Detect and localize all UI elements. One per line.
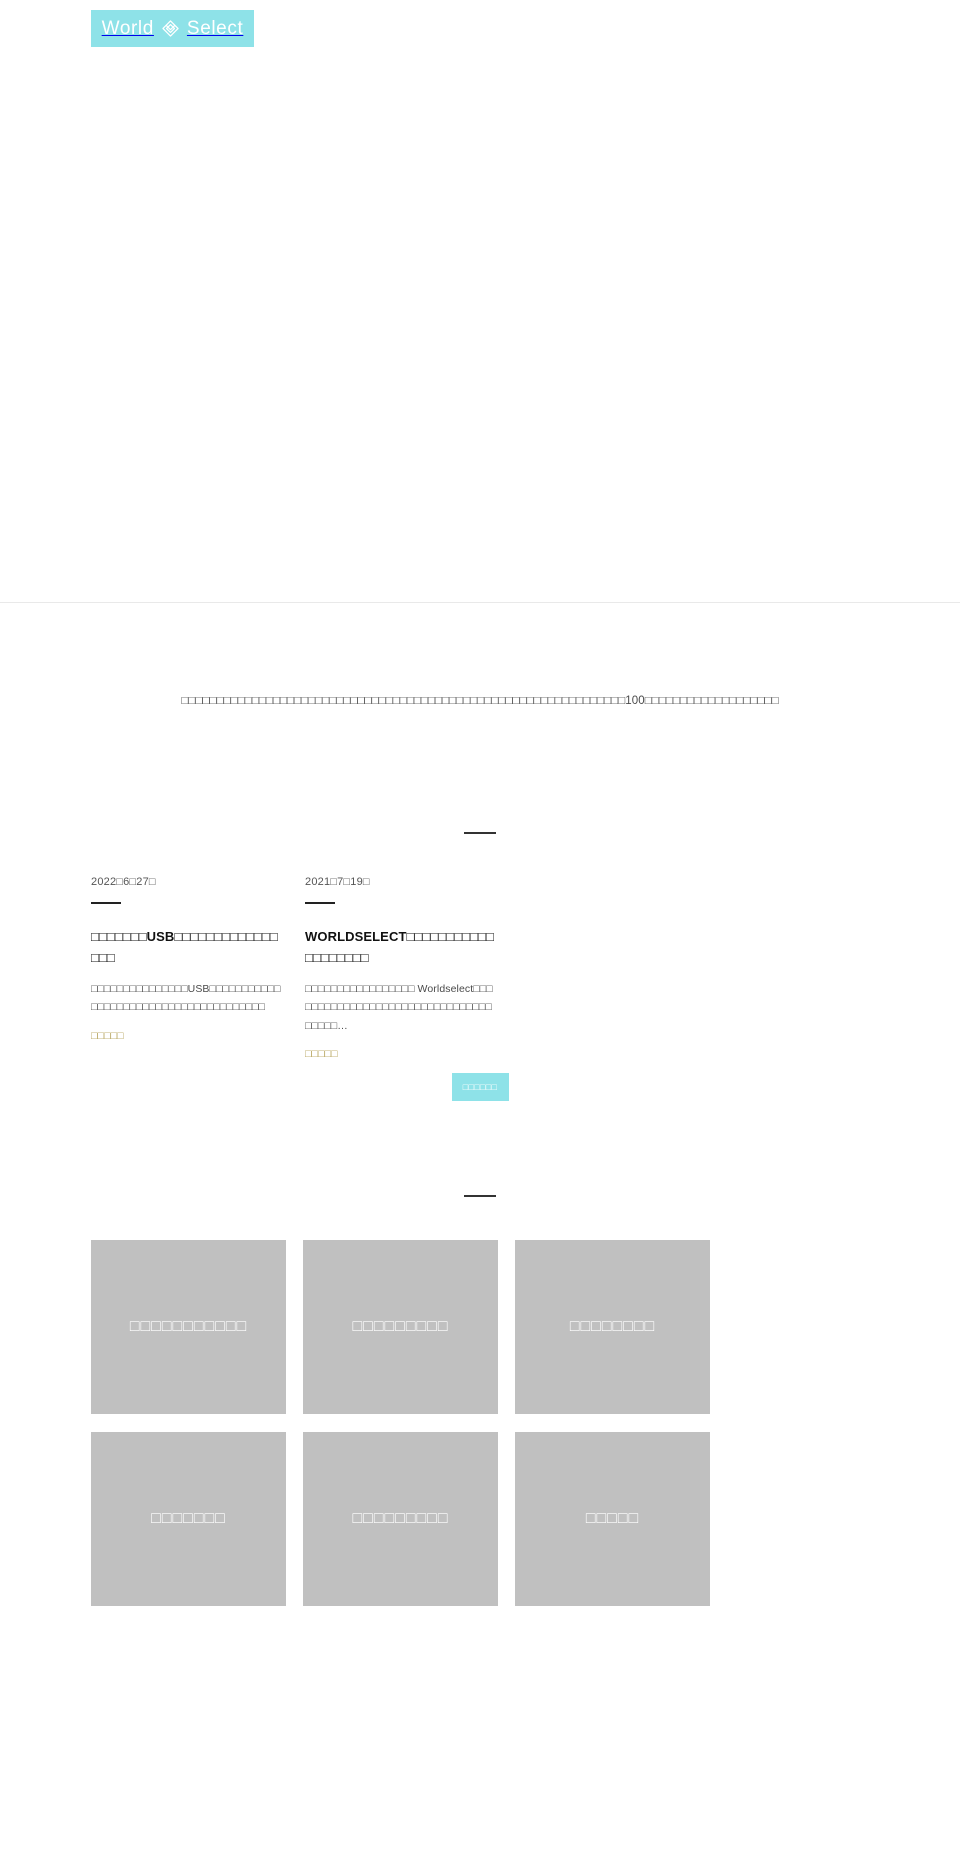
news-date: 2022□6□27□ bbox=[91, 876, 156, 888]
hero-section: World Select bbox=[0, 0, 960, 603]
news-title[interactable]: □□□□□□□USB□□□□□□□□□□□□□□□□ bbox=[91, 926, 283, 969]
news-excerpt: □□□□□□□□□□□□□□□□□ Worldselect□□□□□□□□□□□… bbox=[305, 982, 493, 1032]
category-tile[interactable]: □□□□□□□ bbox=[91, 1432, 286, 1606]
news-date-underline bbox=[91, 902, 121, 904]
news-list-button[interactable]: □□□□□□ bbox=[451, 1073, 509, 1101]
category-tile[interactable]: □□□□□□□□□ bbox=[303, 1432, 498, 1606]
intro-paragraph: □□□□□□□□□□□□□□□□□□□□□□□□□□□□□□□□□□□□□□□□… bbox=[181, 695, 779, 707]
category-tile-label: □□□□□□□□□□□ bbox=[129, 1317, 248, 1335]
logo-text-select: Select bbox=[186, 18, 244, 39]
news-section: 2022□6□27□ □□□□□□□USB□□□□□□□□□□□□□□□□ □□… bbox=[91, 875, 871, 1062]
categories-section-divider bbox=[464, 1195, 496, 1197]
intro-section: □□□□□□□□□□□□□□□□□□□□□□□□□□□□□□□□□□□□□□□□… bbox=[0, 690, 960, 712]
logo-text-world: World bbox=[101, 18, 154, 39]
category-tile[interactable]: □□□□□ bbox=[515, 1432, 710, 1606]
news-card[interactable]: 2021□7□19□ WORLDSELECT□□□□□□□□□□□□□□□□□□… bbox=[305, 875, 497, 1062]
category-tile-label: □□□□□□□□ bbox=[569, 1317, 656, 1335]
news-section-divider bbox=[464, 832, 496, 834]
category-tile[interactable]: □□□□□□□□ bbox=[515, 1240, 710, 1414]
category-tiles-section: □□□□□□□□□□□ □□□□□□□□□ □□□□□□□□ □□□□□□□ □… bbox=[91, 1240, 871, 1606]
home-page: World Select □□□□□□□□□□□□□□□□□□□□□□□□□□□… bbox=[0, 0, 960, 1875]
category-tile[interactable]: □□□□□□□□□ bbox=[303, 1240, 498, 1414]
category-tile-label: □□□□□□□ bbox=[151, 1509, 226, 1527]
news-list-button-wrapper: □□□□□□ bbox=[0, 1073, 960, 1101]
news-read-more-link[interactable]: □□□□□ bbox=[91, 1030, 124, 1042]
category-tile-label: □□□□□□□□□ bbox=[352, 1317, 449, 1335]
news-date-underline bbox=[305, 902, 335, 904]
category-tile-label: □□□□□ bbox=[585, 1509, 640, 1527]
news-read-more-link[interactable]: □□□□□ bbox=[305, 1048, 338, 1060]
news-date: 2021□7□19□ bbox=[305, 876, 370, 888]
diamond-logo-icon bbox=[162, 20, 179, 37]
category-tile-label: □□□□□□□□□ bbox=[352, 1509, 449, 1527]
news-title[interactable]: WORLDSELECT□□□□□□□□□□□□□□□□□□□ bbox=[305, 926, 497, 969]
news-card[interactable]: 2022□6□27□ □□□□□□□USB□□□□□□□□□□□□□□□□ □□… bbox=[91, 875, 283, 1062]
category-tile[interactable]: □□□□□□□□□□□ bbox=[91, 1240, 286, 1414]
site-logo[interactable]: World Select bbox=[91, 10, 254, 47]
news-excerpt: □□□□□□□□□□□□□□□USB□□□□□□□□□□□□□□□□□□□□□□… bbox=[91, 982, 281, 1014]
